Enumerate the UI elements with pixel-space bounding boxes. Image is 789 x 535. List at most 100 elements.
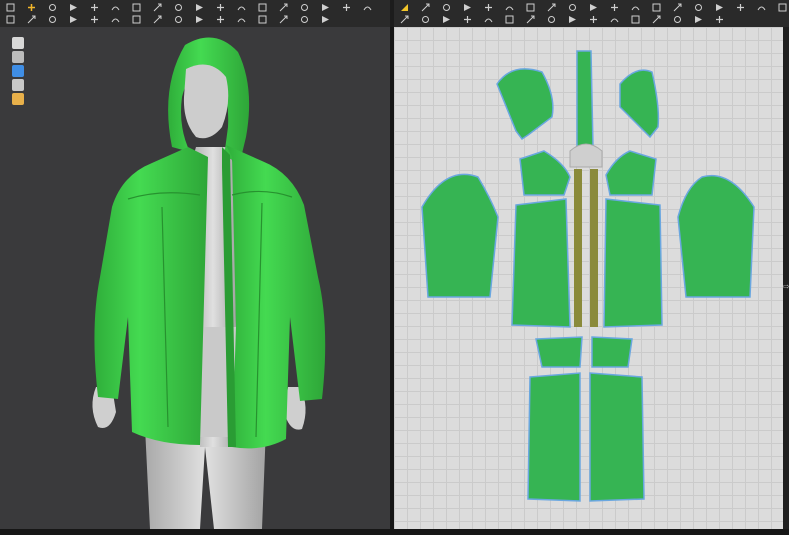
needle-icon[interactable] (69, 15, 78, 24)
align-icon[interactable] (610, 15, 619, 24)
viewport-2d[interactable] (394, 27, 783, 529)
sew-segment-icon[interactable] (400, 15, 409, 24)
tape-tool-icon[interactable] (715, 15, 724, 24)
fold-icon[interactable] (153, 3, 162, 12)
pattern-front-left (511, 198, 571, 328)
bucket-icon[interactable] (195, 3, 204, 12)
garment-jacket-right (226, 145, 326, 449)
pattern-center-strip (576, 50, 594, 148)
sew-icon[interactable] (90, 15, 99, 24)
pattern-front-right (603, 198, 663, 328)
fold-display-icon[interactable] (12, 79, 24, 91)
free-sew-icon[interactable] (421, 15, 430, 24)
rectangle-select-icon[interactable] (69, 3, 78, 12)
distribute-icon[interactable] (631, 15, 640, 24)
node-icon[interactable] (421, 3, 430, 12)
internal-line-icon[interactable] (526, 3, 535, 12)
fold-line-icon[interactable] (505, 15, 514, 24)
triangle-tool-icon[interactable] (400, 3, 409, 12)
circle-icon[interactable] (237, 3, 246, 12)
pleat-icon[interactable] (547, 15, 556, 24)
avatar-display-icon[interactable] (12, 51, 24, 63)
segment-icon[interactable] (484, 3, 493, 12)
notch-icon[interactable] (484, 15, 493, 24)
edit-curve-icon[interactable] (442, 3, 451, 12)
panel-expand-arrow[interactable]: ⇨ (783, 282, 789, 292)
elastic-icon[interactable] (694, 15, 703, 24)
polygon-icon[interactable] (568, 3, 577, 12)
arrow-icon[interactable] (321, 15, 330, 24)
pin-icon[interactable] (90, 3, 99, 12)
minus-icon[interactable] (216, 15, 225, 24)
spiral-icon[interactable] (631, 3, 640, 12)
pattern-yoke-right (605, 150, 657, 196)
pattern-bottom-left (527, 372, 581, 502)
zigzag-icon[interactable] (673, 15, 682, 24)
avatar-garment-scene (92, 37, 326, 529)
status-bar (0, 529, 789, 535)
trace-icon[interactable] (463, 15, 472, 24)
light-display-icon[interactable] (12, 93, 24, 105)
grade-icon[interactable] (568, 15, 577, 24)
tack-icon[interactable] (132, 3, 141, 12)
measure-icon[interactable] (216, 3, 225, 12)
panel-scrollbar[interactable] (783, 27, 789, 529)
shape-icon[interactable] (174, 15, 183, 24)
pattern-collar-outline (569, 143, 603, 168)
dot-icon[interactable] (195, 15, 204, 24)
pattern-zipper-left (574, 169, 582, 327)
ruler-icon[interactable] (258, 3, 267, 12)
select-transform-icon[interactable] (6, 3, 15, 12)
tape-icon[interactable] (321, 3, 330, 12)
arrow-corner-icon[interactable] (652, 15, 661, 24)
gizmo-icon[interactable] (111, 15, 120, 24)
pattern-sleeve-right (677, 174, 755, 298)
circle-pattern-icon[interactable] (610, 3, 619, 12)
pattern-layout (421, 50, 755, 502)
viewport-3d[interactable] (0, 27, 390, 529)
grid-icon[interactable] (237, 15, 246, 24)
button-icon[interactable] (48, 15, 57, 24)
square-icon[interactable] (652, 3, 661, 12)
offset-icon[interactable] (442, 15, 451, 24)
brush-icon[interactable] (174, 3, 183, 12)
puzzle-icon[interactable] (279, 3, 288, 12)
tshirt-icon[interactable] (6, 15, 15, 24)
pattern-bottom-right (589, 372, 645, 502)
zipper-icon[interactable] (27, 15, 36, 24)
hand-icon[interactable] (153, 15, 162, 24)
pattern-lower-right (591, 336, 633, 368)
snap-icon[interactable] (300, 15, 309, 24)
stack-icon[interactable] (778, 3, 787, 12)
hexagon-icon[interactable] (673, 3, 682, 12)
toolbar-3d (0, 0, 390, 27)
pointer-icon[interactable] (300, 3, 309, 12)
lock-icon[interactable] (589, 15, 598, 24)
mirror-icon[interactable] (757, 3, 766, 12)
cut-icon[interactable] (526, 15, 535, 24)
trim-icon[interactable] (279, 15, 288, 24)
rotate-icon[interactable] (694, 3, 703, 12)
pattern-lower-left (535, 336, 583, 368)
pattern-sleeve-left (421, 173, 499, 298)
add-cross-icon[interactable] (27, 3, 36, 12)
lasso-icon[interactable] (342, 3, 351, 12)
tshirt-display-icon[interactable] (12, 37, 24, 49)
pattern-zipper-right (590, 169, 598, 327)
flatten-icon[interactable] (258, 15, 267, 24)
skin-select-icon[interactable] (111, 3, 120, 12)
ellipse-icon[interactable] (589, 3, 598, 12)
texture-display-icon[interactable] (12, 65, 24, 77)
stitch-icon[interactable] (132, 15, 141, 24)
curve-point-icon[interactable] (463, 3, 472, 12)
toolbar-2d (394, 0, 789, 27)
pattern-hood-right (619, 69, 660, 139)
avatar-head (183, 64, 229, 139)
seam-icon[interactable] (715, 3, 724, 12)
rectangle-pattern-icon[interactable] (547, 3, 556, 12)
pattern-hood-left (496, 68, 554, 141)
line-icon[interactable] (363, 3, 372, 12)
box-select-icon[interactable] (48, 3, 57, 12)
flip-icon[interactable] (736, 3, 745, 12)
dart-icon[interactable] (505, 3, 514, 12)
